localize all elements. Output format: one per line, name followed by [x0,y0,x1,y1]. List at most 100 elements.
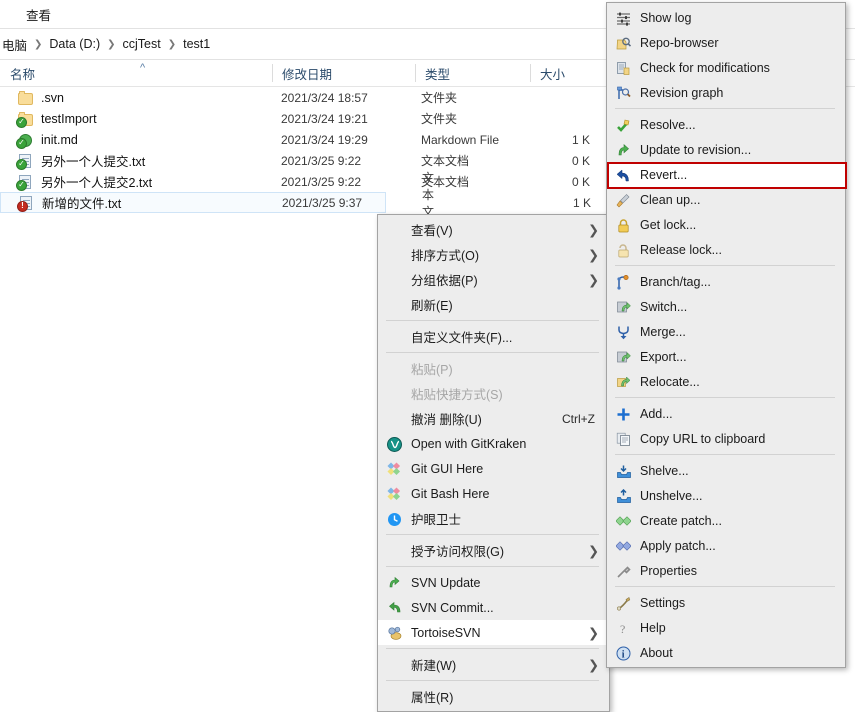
svn-normal-overlay-icon: ✓ [16,180,27,191]
svn-item-about[interactable]: iAbout [607,640,845,665]
breadcrumb-chevron-icon[interactable]: ❯ [32,39,44,50]
svn-item-switch[interactable]: Switch... [607,294,845,319]
menu-item-label: TortoiseSVN [411,626,609,640]
svn-item-update-to-revision[interactable]: Update to revision... [607,137,845,162]
git-icon [386,461,404,477]
ctx-item-item[interactable]: 护眼卫士 [378,506,609,531]
file-date-cell: 2021/3/25 9:22 [281,175,361,189]
ctx-item-svn-commit[interactable]: SVN Commit... [378,595,609,620]
column-header-type[interactable]: 类型 [415,60,530,86]
breadcrumb-item-ccjtest[interactable]: ccjTest [118,37,166,51]
sort-ascending-icon: ^ [140,62,145,74]
ctx-item-tortoisesvn[interactable]: TortoiseSVN❯ [378,620,609,645]
file-name-label: testImport [41,112,97,126]
svn-item-properties[interactable]: Properties [607,558,845,583]
breadcrumb-item-data-d[interactable]: Data (D:) [44,37,105,51]
tortoisesvn-submenu: Show log Repo-browser Check for modificati… [606,2,846,668]
ctx-item-w[interactable]: 新建(W)❯ [378,652,609,677]
svn-item-merge[interactable]: Merge... [607,319,845,344]
ctx-item-f[interactable]: 自定义文件夹(F)... [378,324,609,349]
menu-item-label: Help [640,621,845,635]
ctx-item-g[interactable]: 授予访问权限(G)❯ [378,538,609,563]
menu-item-label: 粘贴(P) [411,359,609,378]
menu-item-label: Revert... [640,168,845,182]
breadcrumb-item-computer[interactable]: 电脑 [0,35,32,54]
svn-item-branch-tag[interactable]: Branch/tag... [607,269,845,294]
update-revision-icon [615,142,633,158]
ctx-item-git-bash-here[interactable]: Git Bash Here [378,481,609,506]
ctx-item-svn-update[interactable]: SVN Update [378,570,609,595]
svn-item-create-patch[interactable]: Create patch... [607,508,845,533]
ctx-item-open-with-gitkraken[interactable]: Open with GitKraken [378,431,609,456]
svn-item-check-for-modifications[interactable]: Check for modifications [607,55,845,80]
menu-separator [386,534,599,535]
svn-item-copy-url-to-clipboard[interactable]: Copy URL to clipboard [607,426,845,451]
folder-icon [18,90,34,106]
file-name-cell: .svn [0,90,64,106]
file-size-cell: 1 K [530,133,590,147]
svn-item-repo-browser[interactable]: Repo-browser [607,30,845,55]
menu-item-label: Revision graph [640,86,845,100]
merge-icon [615,324,633,340]
svn-item-resolve[interactable]: Resolve... [607,112,845,137]
ctx-item-p[interactable]: 分组依据(P)❯ [378,267,609,292]
menu-separator [386,352,599,353]
svn-item-help[interactable]: ?Help [607,615,845,640]
ctx-item-e[interactable]: 刷新(E) [378,292,609,317]
file-size-cell: 0 K [530,175,590,189]
svn-item-settings[interactable]: Settings [607,590,845,615]
ctx-item-s[interactable]: 粘贴快捷方式(S) [378,381,609,406]
svn-item-shelve[interactable]: Shelve... [607,458,845,483]
menu-item-icon-placeholder [386,329,404,345]
svn-item-unshelve[interactable]: Unshelve... [607,483,845,508]
breadcrumb-chevron-icon[interactable]: ❯ [166,39,178,50]
text-file-icon: ✓ [18,153,34,169]
svn-item-add[interactable]: Add... [607,401,845,426]
ctx-item-p[interactable]: 粘贴(P) [378,356,609,381]
svn-item-show-log[interactable]: Show log [607,5,845,30]
menu-separator [615,265,835,266]
svn-item-export[interactable]: Export... [607,344,845,369]
unshelve-icon [615,488,633,504]
svn-item-relocate[interactable]: Relocate... [607,369,845,394]
chevron-right-icon: ❯ [588,626,599,639]
breadcrumb-item-test1[interactable]: test1 [178,37,215,51]
menu-item-icon-placeholder [386,361,404,377]
svn-item-apply-patch[interactable]: Apply patch... [607,533,845,558]
file-date-cell: 2021/3/24 19:29 [281,133,368,147]
svn-item-revision-graph[interactable]: Revision graph [607,80,845,105]
menu-item-label: Unshelve... [640,489,845,503]
svn-item-clean-up[interactable]: Clean up... [607,187,845,212]
menu-item-label: Repo-browser [640,36,845,50]
file-type-cell: 文件夹 [421,89,457,106]
svn-item-revert[interactable]: Revert... [607,162,845,187]
menu-item-label: 新建(W) [411,655,609,674]
column-header-date[interactable]: 修改日期 [272,60,415,86]
menu-item-label: 授予访问权限(G) [411,541,609,560]
menu-item-icon-placeholder [386,272,404,288]
file-type-cell: 文件夹 [421,110,457,127]
column-header-size[interactable]: 大小 [530,60,610,86]
table-row-selected[interactable]: ! 新增的文件.txt 2021/3/25 9:37 文本文档 1 K [0,192,386,213]
breadcrumb-chevron-icon[interactable]: ❯ [105,39,117,50]
svn-update-icon [386,575,404,591]
menu-item-label: Create patch... [640,514,845,528]
menu-item-label: Get lock... [640,218,845,232]
column-header-name[interactable]: 名称 [0,60,272,86]
svn-modified-overlay-icon: ! [17,201,28,212]
tab-view[interactable]: 查看 [20,1,57,28]
ctx-item-git-gui-here[interactable]: Git GUI Here [378,456,609,481]
menu-item-label: 查看(V) [411,220,609,239]
svn-item-get-lock[interactable]: Get lock... [607,212,845,237]
svn-item-release-lock[interactable]: Release lock... [607,237,845,262]
folder-context-menu: 查看(V)❯排序方式(O)❯分组依据(P)❯刷新(E)自定义文件夹(F)...粘… [377,214,610,712]
ctx-item-u[interactable]: 撤消 删除(U)Ctrl+Z [378,406,609,431]
menu-item-label: Merge... [640,325,845,339]
menu-item-icon-placeholder [386,411,404,427]
menu-separator [615,586,835,587]
ctx-item-v[interactable]: 查看(V)❯ [378,217,609,242]
menu-item-label: 撤消 删除(U) [411,409,562,428]
menu-item-label: Apply patch... [640,539,845,553]
ctx-item-o[interactable]: 排序方式(O)❯ [378,242,609,267]
ctx-item-r[interactable]: 属性(R) [378,684,609,709]
